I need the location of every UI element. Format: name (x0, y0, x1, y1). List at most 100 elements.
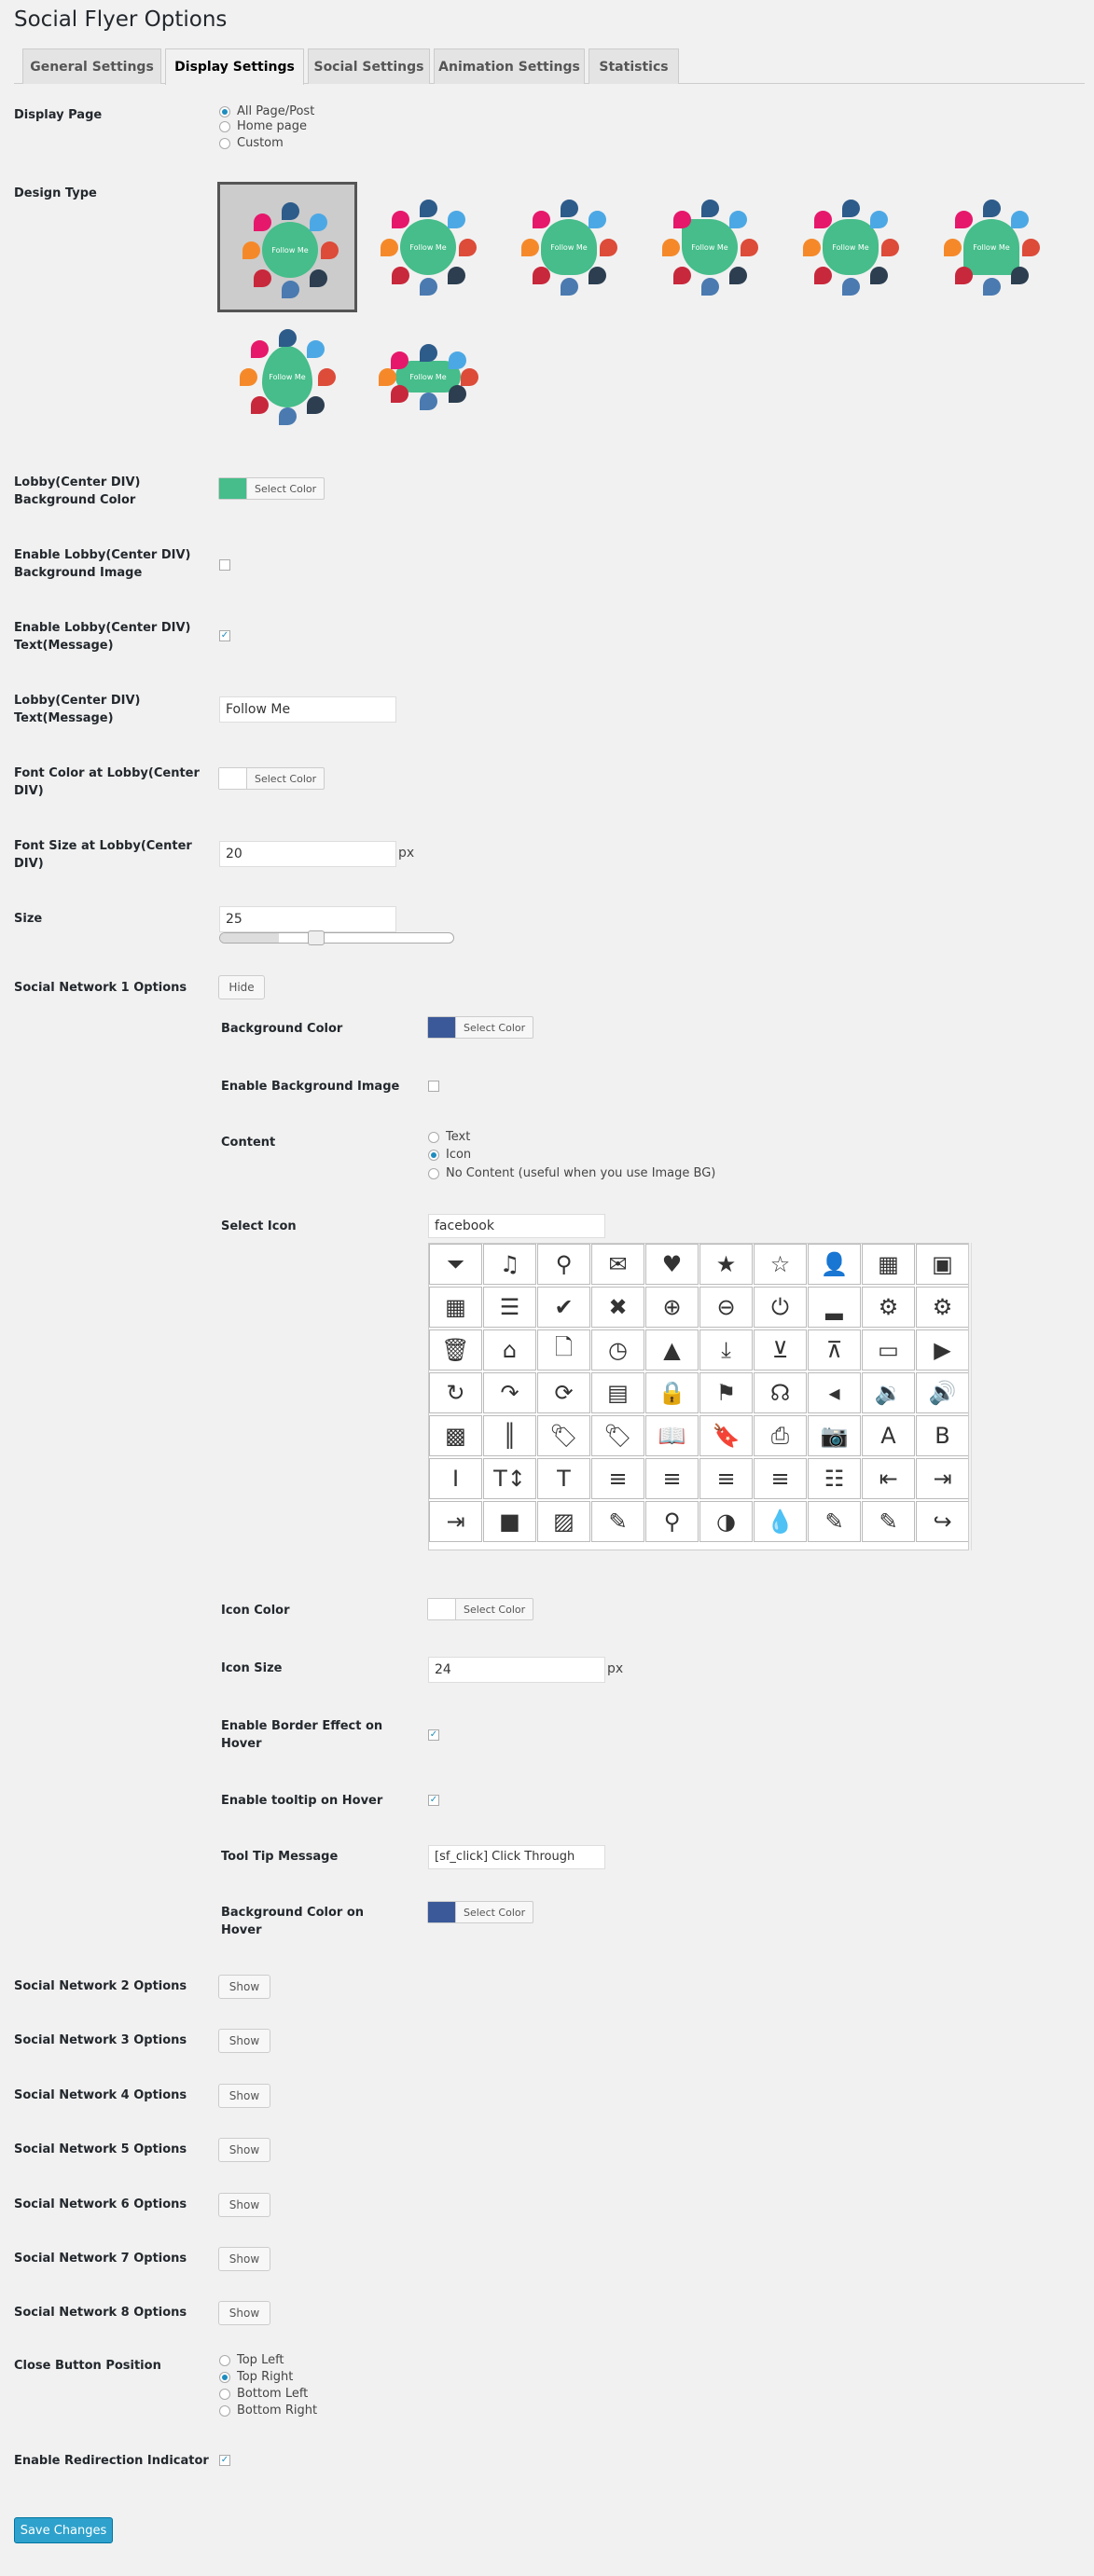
network7-show-button[interactable]: Show (218, 2247, 270, 2271)
display-page-all-radio[interactable]: All Page/Post (219, 104, 314, 118)
radio-dot[interactable] (428, 1131, 439, 1143)
file-icon[interactable]: 🗋 (537, 1329, 590, 1371)
headphones-icon[interactable]: ☊ (754, 1372, 807, 1413)
tab-display-settings[interactable]: Display Settings (165, 48, 304, 85)
zoom-in-icon[interactable]: ⊕ (645, 1287, 699, 1328)
check-icon[interactable]: ✔ (537, 1287, 590, 1328)
trash-icon[interactable]: 🗑 (429, 1329, 482, 1371)
gear-icon[interactable]: ⚙ (916, 1287, 968, 1328)
network1-bg-color-picker[interactable]: Select Color (427, 1016, 534, 1039)
tint-icon[interactable]: 💧 (754, 1501, 807, 1542)
volume-down-icon[interactable]: 🔉 (862, 1372, 915, 1413)
network1-hide-button[interactable]: Hide (218, 975, 265, 999)
network6-show-button[interactable]: Show (218, 2193, 270, 2217)
qrcode-icon[interactable]: ▩ (429, 1415, 482, 1456)
barcode-icon[interactable]: ║ (483, 1415, 536, 1456)
indent-left-icon[interactable]: ⇤ (862, 1458, 915, 1499)
pencil-icon[interactable]: ✎ (591, 1501, 644, 1542)
repeat-icon[interactable]: ↻ (429, 1372, 482, 1413)
picture-icon[interactable]: ▨ (537, 1501, 590, 1542)
filter-icon[interactable]: ⏷ (429, 1244, 482, 1285)
font-icon[interactable]: A (862, 1415, 915, 1456)
network8-show-button[interactable]: Show (218, 2301, 270, 2325)
save-changes-button[interactable]: Save Changes (14, 2517, 113, 2543)
star-icon[interactable]: ★ (699, 1244, 753, 1285)
music-icon[interactable]: ♫ (483, 1244, 536, 1285)
hover-color-picker[interactable]: Select Color (427, 1901, 534, 1923)
display-page-custom-radio[interactable]: Custom (219, 136, 284, 150)
align-right-icon[interactable]: ≡ (699, 1458, 753, 1499)
book-icon[interactable]: 📖 (645, 1415, 699, 1456)
video-icon[interactable]: ■ (483, 1501, 536, 1542)
lobby-bg-image-checkbox[interactable] (219, 559, 230, 571)
icon-color-picker[interactable]: Select Color (427, 1598, 534, 1620)
text-height-icon[interactable]: T↕ (483, 1458, 536, 1499)
volume-up-icon[interactable]: 🔊 (916, 1372, 968, 1413)
radio-dot[interactable] (219, 2404, 230, 2417)
tag-icon[interactable]: 🏷 (537, 1415, 590, 1456)
border-effect-checkbox[interactable]: ✓ (428, 1729, 439, 1741)
network4-show-button[interactable]: Show (218, 2084, 270, 2108)
edit-square-icon[interactable]: ✎ (862, 1501, 915, 1542)
flag-icon[interactable]: ⚑ (699, 1372, 753, 1413)
bookmark-icon[interactable]: 🔖 (699, 1415, 753, 1456)
share-icon[interactable]: ↪ (916, 1501, 968, 1542)
close-bottom-right-radio[interactable]: Bottom Right (219, 2404, 317, 2418)
design-option-2[interactable]: Follow Me (358, 182, 498, 312)
indent-icon[interactable]: ⇥ (429, 1501, 482, 1542)
design-option-3[interactable]: Follow Me (499, 182, 639, 312)
tab-general-settings[interactable]: General Settings (22, 48, 161, 84)
icon-search-input[interactable]: facebook (428, 1214, 605, 1238)
align-center-icon[interactable]: ≡ (645, 1458, 699, 1499)
road-icon[interactable]: ▲ (645, 1329, 699, 1371)
close-bottom-left-radio[interactable]: Bottom Left (219, 2387, 308, 2401)
align-justify-icon[interactable]: ≡ (754, 1458, 807, 1499)
radio-dot[interactable] (219, 2371, 230, 2383)
star-empty-icon[interactable]: ☆ (754, 1244, 807, 1285)
lobby-font-size-input[interactable]: 20 (219, 841, 396, 867)
envelope-icon[interactable]: ✉ (591, 1244, 644, 1285)
list-alt-icon[interactable]: ▤ (591, 1372, 644, 1413)
play-circle-icon[interactable]: ▶ (916, 1329, 968, 1371)
heart-icon[interactable]: ♥ (645, 1244, 699, 1285)
camera-icon[interactable]: 📷 (808, 1415, 861, 1456)
refresh-icon[interactable]: ⟳ (537, 1372, 590, 1413)
close-top-left-radio[interactable]: Top Left (219, 2353, 284, 2367)
user-icon[interactable]: 👤 (808, 1244, 861, 1285)
close-icon[interactable]: ✖ (591, 1287, 644, 1328)
lobby-text-input[interactable]: Follow Me (219, 696, 396, 723)
radio-dot[interactable] (219, 137, 230, 149)
tooltip-message-input[interactable]: [sf_click] Click Through (428, 1845, 605, 1869)
design-option-8[interactable]: Follow Me (358, 311, 498, 442)
network5-show-button[interactable]: Show (218, 2138, 270, 2162)
tab-statistics[interactable]: Statistics (589, 48, 679, 84)
radio-dot[interactable] (428, 1167, 439, 1179)
redirect-indicator-checkbox[interactable]: ✓ (219, 2455, 230, 2466)
tab-social-settings[interactable]: Social Settings (308, 48, 430, 84)
display-page-home-radio[interactable]: Home page (219, 119, 307, 133)
power-icon[interactable]: ⏻ (754, 1287, 807, 1328)
lock-icon[interactable]: 🔒 (645, 1372, 699, 1413)
cog-icon[interactable]: ⚙ (862, 1287, 915, 1328)
lobby-font-color-picker[interactable]: Select Color (218, 767, 325, 790)
map-marker-icon[interactable]: ⚲ (645, 1501, 699, 1542)
content-text-radio[interactable]: Text (428, 1130, 470, 1144)
vertical-scrollbar[interactable] (971, 1243, 986, 1550)
size-input[interactable]: 25 (219, 906, 396, 932)
design-option-1[interactable]: Follow Me (217, 182, 357, 312)
upload-circle-icon[interactable]: ⊼ (808, 1329, 861, 1371)
content-icon-radio[interactable]: Icon (428, 1148, 471, 1162)
search-icon[interactable]: ⚲ (537, 1244, 590, 1285)
inbox-icon[interactable]: ▭ (862, 1329, 915, 1371)
italic-icon[interactable]: I (429, 1458, 482, 1499)
size-slider[interactable] (219, 930, 454, 945)
network2-show-button[interactable]: Show (218, 1975, 270, 1999)
print-icon[interactable]: ⎙ (754, 1415, 807, 1456)
design-option-7[interactable]: Follow Me (217, 311, 357, 442)
radio-dot[interactable] (219, 2354, 230, 2366)
zoom-out-icon[interactable]: ⊖ (699, 1287, 753, 1328)
design-option-5[interactable]: Follow Me (781, 182, 921, 312)
indent-right-icon[interactable]: ⇥ (916, 1458, 968, 1499)
lobby-bg-color-picker[interactable]: Select Color (218, 477, 325, 500)
design-option-4[interactable]: Follow Me (640, 182, 780, 312)
